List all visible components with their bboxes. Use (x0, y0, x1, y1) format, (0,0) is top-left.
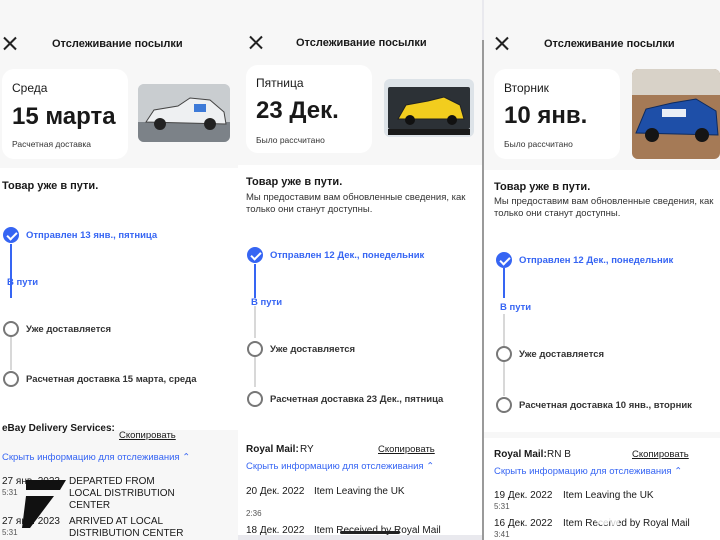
event-date: 16 Дек. 2022 (494, 518, 553, 529)
timeline-line (503, 314, 505, 346)
close-icon[interactable] (248, 35, 264, 51)
check-circle-icon (3, 227, 19, 243)
timeline-line (503, 268, 505, 298)
carrier-label: Royal Mail: (494, 449, 547, 460)
watermark: Avito (622, 497, 679, 524)
delivery-date-card: Пятница 23 Дек. Было рассчитано (246, 65, 372, 153)
tracking-panel-3: Отслеживание посылки Вторник 10 янв. Был… (484, 0, 720, 540)
carrier-label: Royal Mail: (246, 444, 299, 455)
tracking-panel-2: Отслеживание посылки Пятница 23 Дек. Был… (238, 0, 482, 535)
item-photo (632, 69, 720, 159)
delivery-date-note: Расчетная доставка (12, 139, 92, 149)
weekday-label: Пятница (256, 76, 304, 90)
event-time: 3:41 (494, 530, 510, 539)
event-text: ARRIVED AT LOCAL DISTRIBUTION CENTER (69, 516, 184, 539)
step-shipped: Отправлен 12 Дек., понедельник (270, 250, 425, 261)
delivery-date: 10 янв. (504, 102, 588, 129)
event-time: 5:31 (2, 528, 18, 537)
event-text: DEPARTED FROM LOCAL DISTRIBUTION CENTER (69, 476, 175, 511)
delivery-date: 15 марта (12, 103, 116, 130)
circle-icon (247, 391, 263, 407)
weekday-label: Среда (12, 81, 48, 95)
circle-icon (496, 397, 512, 413)
copy-button[interactable]: Скопировать (632, 449, 689, 460)
panel-header: Отслеживание посылки (484, 34, 720, 56)
delivery-date: 23 Дек. (256, 97, 339, 124)
panel-header: Отслеживание посылки (0, 34, 238, 56)
event-date: 20 Дек. 2022 (246, 486, 305, 497)
event-date: 19 Дек. 2022 (494, 490, 553, 501)
circle-icon (496, 346, 512, 362)
tracking-panel-1: Отслеживание посылки Среда 15 марта Расч… (0, 0, 238, 540)
close-icon[interactable] (494, 36, 510, 52)
check-circle-icon (247, 247, 263, 263)
carrier-label: eBay Delivery Services: (2, 423, 115, 434)
step-shipped: Отправлен 12 Дек., понедельник (519, 255, 674, 266)
weekday-label: Вторник (504, 81, 549, 95)
status-section (0, 168, 238, 430)
header-title: Отслеживание посылки (52, 38, 183, 50)
step-shipped: Отправлен 13 янв., пятница (26, 230, 158, 241)
delivery-date-note: Было рассчитано (504, 139, 573, 149)
delivery-date-note: Было рассчитано (256, 135, 325, 145)
step-estimated-delivery: Расчетная доставка 10 янв., вторник (519, 400, 692, 411)
event-time: 5:31 (494, 502, 510, 511)
brand-logo-icon (22, 480, 66, 528)
timeline-line (254, 306, 256, 338)
event-text: Item Leaving the UK (314, 486, 405, 497)
delivery-date-card: Вторник 10 янв. Было рассчитано (494, 69, 620, 159)
status-title: Товар уже в пути. (246, 176, 343, 188)
timeline-line (254, 357, 256, 387)
hide-tracking-link[interactable]: Скрыть информацию для отслеживания ⌃ (246, 461, 434, 472)
avito-logo-icon (595, 502, 620, 526)
circle-icon (3, 371, 19, 387)
step-estimated-delivery: Расчетная доставка 15 марта, среда (26, 374, 197, 385)
hide-tracking-link[interactable]: Скрыть информацию для отслеживания ⌃ (494, 466, 682, 477)
step-out-for-delivery: Уже доставляется (270, 344, 356, 355)
timeline-line (503, 362, 505, 396)
status-note: Мы предоставим вам обновленные сведения,… (494, 196, 714, 219)
event-time: 2:36 (246, 509, 262, 518)
step-in-transit: В пути (7, 277, 39, 288)
step-in-transit: В пути (251, 297, 283, 308)
timeline-line (254, 264, 256, 298)
copy-button[interactable]: Скопировать (378, 444, 435, 455)
timeline-line (10, 244, 12, 298)
event-date: 18 Дек. 2022 (246, 525, 305, 535)
circle-icon (3, 321, 19, 337)
tracking-number: RN B (547, 449, 571, 460)
item-photo (384, 79, 474, 137)
status-note: Мы предоставим вам обновленные сведения,… (246, 192, 466, 215)
step-out-for-delivery: Уже доставляется (26, 324, 112, 335)
header-title: Отслеживание посылки (544, 38, 675, 50)
home-indicator (340, 531, 400, 534)
step-in-transit: В пути (500, 302, 532, 313)
status-title: Товар уже в пути. (494, 181, 591, 193)
step-out-for-delivery: Уже доставляется (519, 349, 605, 360)
item-photo (138, 84, 230, 142)
copy-button[interactable]: Скопировать (119, 430, 176, 441)
check-circle-icon (496, 252, 512, 268)
panel-header: Отслеживание посылки (238, 33, 482, 55)
close-icon[interactable] (2, 36, 18, 52)
header-title: Отслеживание посылки (296, 37, 427, 49)
tracking-number: RY (300, 444, 314, 455)
delivery-date-card: Среда 15 марта Расчетная доставка (2, 69, 128, 159)
hide-tracking-link[interactable]: Скрыть информацию для отслеживания ⌃ (2, 452, 190, 463)
step-estimated-delivery: Расчетная доставка 23 Дек., пятница (270, 394, 444, 405)
event-time: 5:31 (2, 488, 18, 497)
circle-icon (247, 341, 263, 357)
status-title: Товар уже в пути. (2, 180, 99, 192)
